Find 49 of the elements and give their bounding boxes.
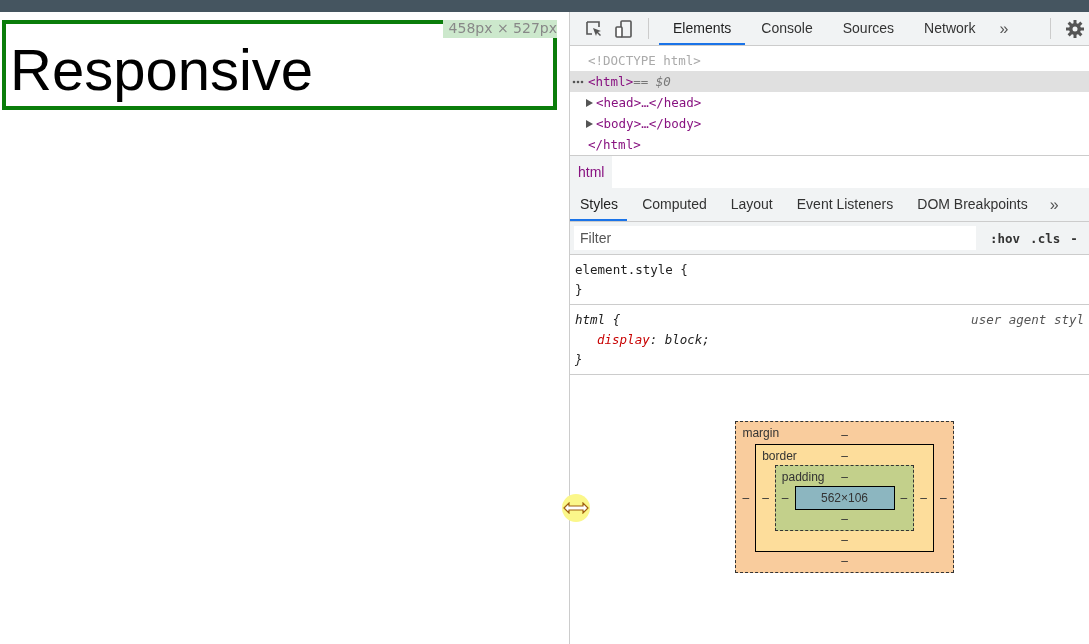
breadcrumb[interactable]: html: [570, 156, 613, 188]
box-value: –: [841, 469, 848, 486]
box-value: –: [841, 532, 848, 549]
sidebar-tab[interactable]: DOM Breakpoints: [907, 188, 1037, 221]
inspect-icon[interactable]: [584, 18, 604, 39]
resize-arrow-icon: [563, 502, 589, 514]
rule-selector: html {: [575, 311, 621, 329]
box-label: border: [762, 449, 797, 463]
box-label: margin: [742, 426, 780, 440]
box-value: –: [841, 448, 848, 465]
panel-tab[interactable]: Console: [747, 12, 827, 45]
resize-handle[interactable]: [562, 494, 590, 522]
css-declaration: display: block;: [596, 331, 711, 349]
filter-toggle[interactable]: :hov: [990, 230, 1021, 246]
dom-node[interactable]: <html>== $0: [570, 71, 1089, 92]
dom-node[interactable]: </html>: [570, 134, 1089, 155]
sidebar-tab[interactable]: Layout: [720, 188, 782, 221]
rule-close: }: [575, 282, 583, 297]
box-label: padding: [781, 470, 825, 484]
size-overlay: 458px × 527px: [442, 20, 557, 38]
dom-node[interactable]: <body>…</body>: [570, 113, 1089, 134]
more-tabs-button[interactable]: »: [1041, 188, 1067, 221]
sidebar-tab[interactable]: Event Listeners: [786, 188, 903, 221]
content-box: 562×106: [794, 486, 895, 510]
box-value: –: [841, 553, 848, 570]
page-heading: Responsive: [9, 35, 314, 103]
filter-toggle[interactable]: .cls: [1030, 230, 1061, 246]
box-value: –: [900, 491, 908, 505]
more-tabs-button[interactable]: »: [991, 12, 1017, 45]
box-value: –: [841, 511, 848, 528]
filter-field[interactable]: Filter: [574, 226, 976, 250]
rule-close: }: [575, 352, 583, 367]
box-value: –: [841, 427, 848, 444]
filter-toggle[interactable]: -: [1070, 230, 1078, 246]
box-value: –: [762, 491, 769, 505]
panel-tab[interactable]: Network: [910, 12, 990, 45]
rule-selector: element.style {: [575, 261, 688, 279]
more-dots-icon[interactable]: [572, 79, 584, 84]
panel-tab[interactable]: Elements: [659, 12, 746, 45]
dom-node[interactable]: <head>…</head>: [570, 92, 1089, 113]
device-toggle-icon[interactable]: [614, 18, 634, 39]
settings-icon[interactable]: [1065, 18, 1085, 39]
box-value: –: [742, 491, 750, 505]
box-value: –: [939, 491, 947, 505]
sidebar-tab[interactable]: Computed: [632, 188, 716, 221]
rule-source: user agent styl: [971, 311, 1084, 329]
box-value: –: [920, 491, 927, 505]
box-value: –: [781, 491, 789, 505]
panel-tab[interactable]: Sources: [828, 12, 909, 45]
